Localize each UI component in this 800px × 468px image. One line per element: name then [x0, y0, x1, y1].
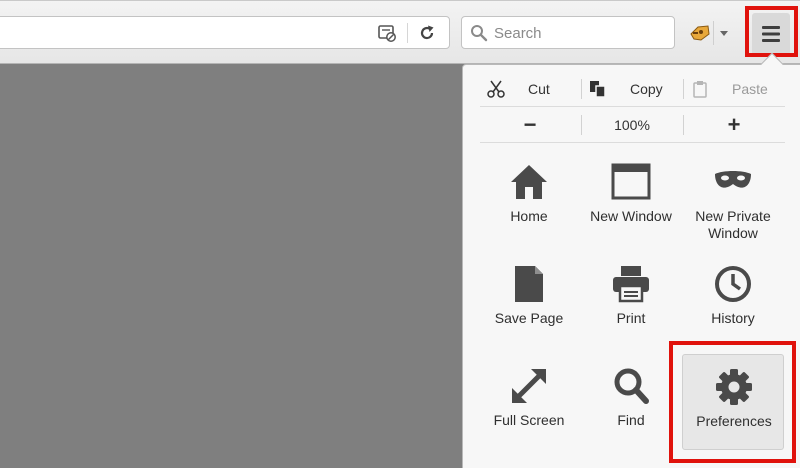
- menu-button-highlight: [745, 6, 798, 57]
- copy-button[interactable]: Copy: [582, 73, 682, 105]
- zoom-in-button[interactable]: +: [684, 109, 784, 141]
- browser-toolbar: [0, 0, 800, 64]
- save-page-label: Save Page: [494, 310, 564, 326]
- new-window-icon: [611, 162, 651, 202]
- cut-label: Cut: [528, 81, 550, 97]
- private-mask-icon: [713, 162, 753, 202]
- zoom-controls: − 100% +: [480, 109, 785, 141]
- find-label: Find: [617, 412, 645, 428]
- search-icon: [470, 24, 488, 42]
- print-button[interactable]: Print: [580, 264, 682, 362]
- zoom-out-button[interactable]: −: [480, 109, 580, 141]
- zoom-reset-button[interactable]: 100%: [582, 109, 682, 141]
- edit-controls: Cut Copy Paste: [480, 73, 785, 105]
- zoom-in-label: +: [727, 112, 741, 137]
- find-button[interactable]: Find: [580, 366, 682, 464]
- full-screen-label: Full Screen: [493, 412, 565, 428]
- fullscreen-arrows-icon: [509, 366, 549, 406]
- copy-label: Copy: [630, 81, 663, 97]
- magnifier-icon: [611, 366, 651, 406]
- url-bar-divider: [407, 23, 408, 43]
- preferences-highlight: [669, 341, 796, 463]
- new-private-window-label: New Private Window: [695, 208, 771, 241]
- page-content-area: [0, 65, 462, 468]
- new-private-window-button[interactable]: New Private Window: [682, 162, 784, 260]
- home-label: Home: [510, 208, 548, 224]
- reader-view-icon[interactable]: [377, 23, 397, 43]
- row-divider: [480, 142, 785, 143]
- printer-icon: [611, 264, 651, 304]
- url-bar[interactable]: [0, 16, 450, 49]
- paste-button[interactable]: Paste: [684, 73, 784, 105]
- clipboard-icon: [690, 79, 710, 99]
- new-window-button[interactable]: New Window: [580, 162, 682, 260]
- cut-button[interactable]: Cut: [480, 73, 580, 105]
- home-button[interactable]: Home: [478, 162, 580, 260]
- chevron-down-icon[interactable]: [717, 23, 731, 43]
- full-screen-button[interactable]: Full Screen: [478, 366, 580, 464]
- scissors-icon: [486, 79, 506, 99]
- addon-separator: [713, 21, 714, 45]
- zoom-out-label: −: [523, 112, 537, 137]
- copy-icon: [588, 79, 608, 99]
- clock-icon: [713, 264, 753, 304]
- row-divider: [480, 106, 785, 107]
- search-input[interactable]: [494, 21, 664, 45]
- new-window-label: New Window: [590, 208, 672, 224]
- save-page-icon: [509, 264, 549, 304]
- history-label: History: [711, 310, 755, 326]
- print-label: Print: [616, 310, 646, 326]
- addon-icon[interactable]: [688, 21, 712, 45]
- search-bar[interactable]: [461, 16, 675, 49]
- paste-label: Paste: [732, 81, 768, 97]
- home-icon: [509, 162, 549, 202]
- save-page-button[interactable]: Save Page: [478, 264, 580, 362]
- reload-icon[interactable]: [417, 23, 437, 43]
- zoom-level: 100%: [614, 117, 650, 133]
